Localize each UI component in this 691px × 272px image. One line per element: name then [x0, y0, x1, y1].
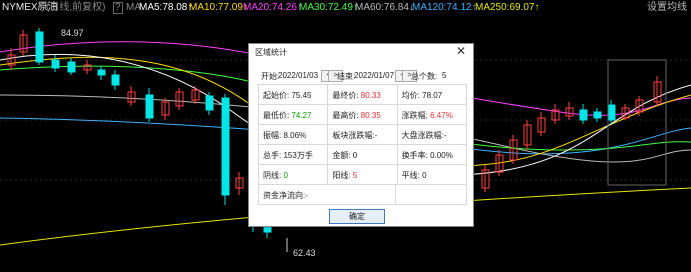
high-value: 80.35 [360, 111, 381, 120]
ma20-value: MA20:74.26↑ [243, 2, 302, 13]
ma5-value: MA5:78.08↑ [139, 2, 193, 13]
candle-body [593, 111, 602, 119]
amplitude-label: 振幅: [263, 131, 282, 140]
candle-body [607, 104, 616, 121]
change-value: 6.47% [430, 111, 453, 120]
negative-label: 阴线: [263, 171, 282, 180]
indicator-bar: NYMEX原油 (日线,前复权) ? MA MA5:78.08↑ MA10:77… [0, 0, 691, 16]
start-label: 开始: [261, 72, 280, 81]
flat-value: 0 [422, 171, 427, 180]
ok-button[interactable]: 确定 [329, 209, 385, 224]
candle-body [111, 74, 120, 86]
close-value: 80.33 [360, 91, 381, 100]
ma60-value: MA60:76.84↓ [355, 2, 414, 13]
candle-body [579, 109, 588, 121]
open-label: 起始价: [263, 91, 290, 100]
turnover-value: 0.00% [430, 151, 453, 160]
net-flow-value: - [305, 191, 308, 200]
low-label: 最低价: [263, 111, 290, 120]
high-price-label: 84.97 [61, 28, 84, 38]
count-value: 5 [442, 71, 447, 80]
candle-body [221, 97, 230, 196]
amplitude-value: 8.06% [283, 131, 307, 140]
candle-body [205, 95, 214, 111]
ma-settings-link[interactable]: 设置均线 [647, 0, 687, 16]
sector-change-label: 板块涨跌幅: [332, 131, 375, 140]
ma250-value: MA250:69.07↑ [475, 2, 540, 13]
candle-body [67, 61, 76, 73]
close-label: 最终价: [332, 91, 359, 100]
sector-change-value: - [374, 131, 378, 140]
net-flow-label: 资金净流向: [263, 191, 306, 200]
candle-body [145, 94, 154, 119]
close-icon[interactable]: ✕ [456, 44, 466, 58]
negative-value: 0 [283, 171, 288, 180]
amount-label: 金额: [332, 151, 351, 160]
amount-value: 0 [352, 151, 358, 160]
flat-label: 平线: [401, 171, 420, 180]
end-date: 2022/01/07 [354, 71, 395, 80]
end-label: 结束: [337, 72, 356, 81]
ma10-value: MA10:77.09↑ [189, 2, 248, 13]
candle-body [51, 59, 60, 69]
market-change-value: - [443, 131, 447, 140]
ma30-value: MA30:72.49↑ [299, 2, 358, 13]
positive-label: 阳线: [332, 171, 351, 180]
candle-body [97, 69, 106, 76]
chart-mode: (日线,前复权) [46, 2, 106, 13]
ma120-value: MA120:74.12↑ [412, 2, 477, 13]
volume-label: 总手: [263, 151, 282, 160]
open-value: 75.45 [291, 91, 312, 100]
dialog-title: 区域统计 [255, 48, 287, 57]
candle-body [35, 31, 44, 63]
avg-value: 78.07 [422, 91, 443, 100]
stats-table: 起始价: 75.45 最终价: 80.33 均价: 78.07 最低价: 74.… [258, 84, 467, 205]
start-date: 2022/01/03 [278, 71, 319, 80]
turnover-label: 换手率: [401, 151, 428, 160]
market-change-label: 大盘涨跌幅: [401, 131, 444, 140]
help-icon[interactable]: ? [113, 2, 123, 14]
low-value: 74.27 [291, 111, 312, 120]
avg-label: 均价: [401, 91, 420, 100]
change-label: 涨跌幅: [401, 111, 428, 120]
positive-value: 5 [352, 171, 358, 180]
low-price-label: 62.43 [293, 248, 316, 258]
high-label: 最高价: [332, 111, 359, 120]
volume-value: 153万手 [283, 151, 313, 160]
date-range-row: 开始: 2022/01/03 < > 结束: 2022/01/07 < > 总个… [261, 69, 467, 83]
count-label: 总个数: [411, 72, 438, 81]
range-stats-dialog: 区域统计 ✕ 开始: 2022/01/03 < > 结束: 2022/01/07… [248, 43, 474, 227]
